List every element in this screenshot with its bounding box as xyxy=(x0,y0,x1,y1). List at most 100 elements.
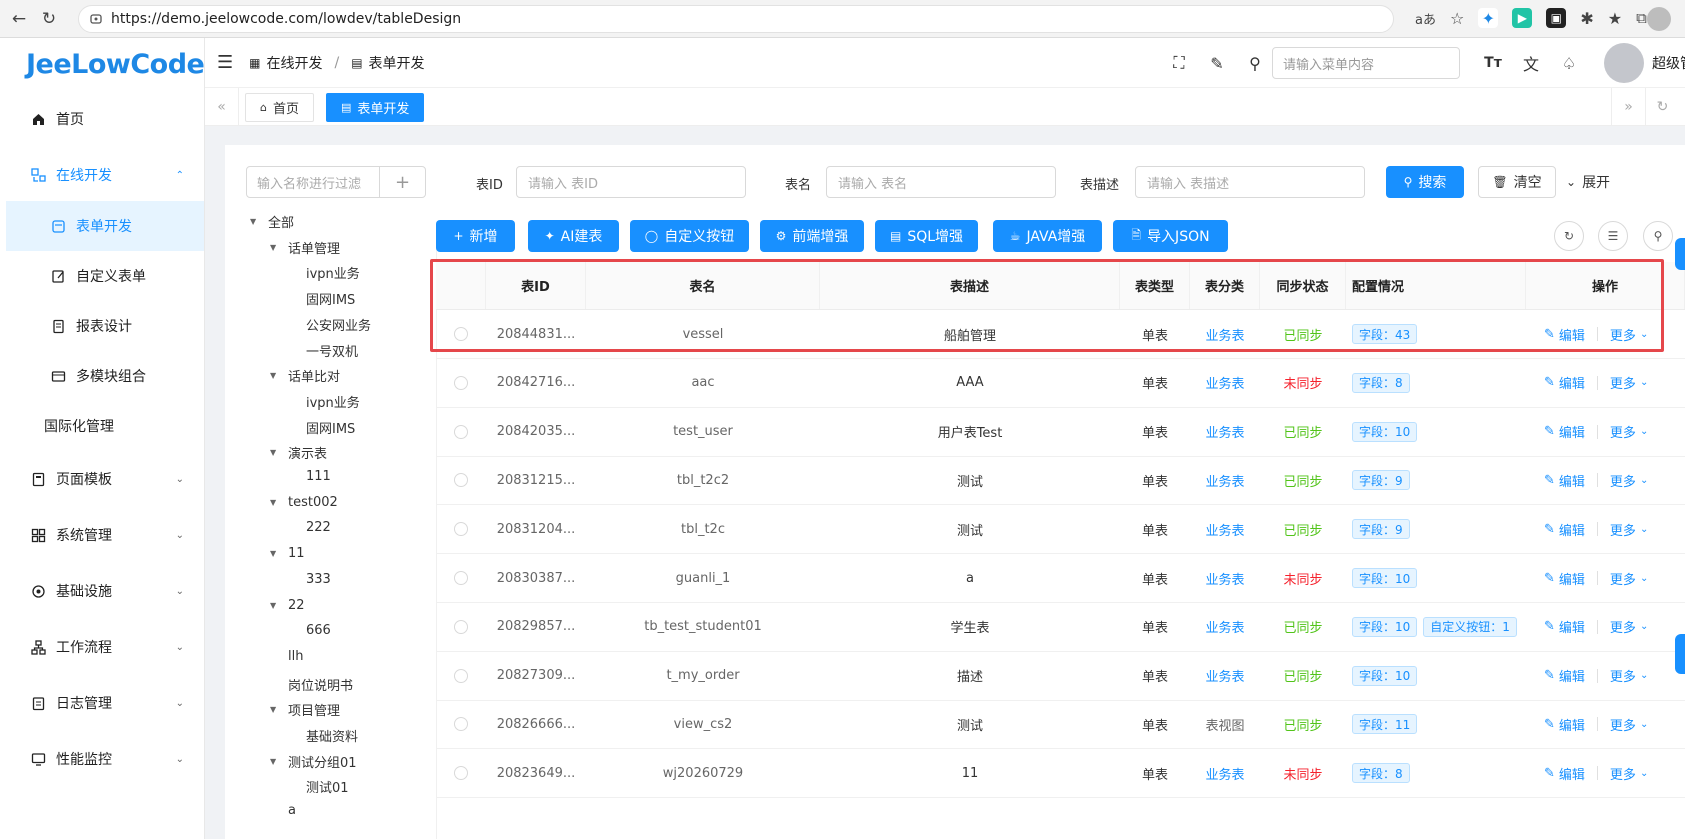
chevron-down-icon[interactable]: ⌄ xyxy=(1640,524,1648,535)
chevron-down-icon[interactable]: ⌄ xyxy=(1640,377,1648,388)
sidebar-item-system[interactable]: 系统管理 ⌄ xyxy=(0,510,204,560)
row-radio[interactable] xyxy=(454,668,468,683)
more-link[interactable]: 更多 xyxy=(1610,325,1636,344)
extensions-puzzle-icon[interactable]: ✱ xyxy=(1580,9,1593,28)
caret-down-icon[interactable]: ▼ xyxy=(270,705,284,714)
row-radio[interactable] xyxy=(454,766,468,781)
ai-create-button[interactable]: ✦ AI建表 xyxy=(528,220,619,252)
sidebar-item-i18n[interactable]: 国际化管理 xyxy=(0,401,204,451)
cell-table-category[interactable]: 业务表 xyxy=(1190,310,1260,358)
caret-down-icon[interactable]: ▼ xyxy=(270,371,284,380)
table-row[interactable]: 20842035... test_user 用户表Test 单表 业务表 已同步 字段：10… xyxy=(436,408,1685,457)
feedback-drawer-handle[interactable] xyxy=(1675,634,1685,674)
tree-node[interactable]: ▼ 22 xyxy=(270,598,305,613)
column-settings-icon[interactable]: ☰ xyxy=(1598,221,1628,251)
table-row[interactable]: 20844831... vessel 船舶管理 单表 业务表 已同步 字段：43 ✎ 编辑 更多 ⌄ xyxy=(436,310,1685,359)
sidebar-item-infrastructure[interactable]: 基础设施 ⌄ xyxy=(0,566,204,616)
reload-icon[interactable]: ↻ xyxy=(38,8,60,30)
edit-icon[interactable]: ✎ xyxy=(1544,327,1555,342)
table-row[interactable]: 20827309... t_my_order 描述 单表 业务表 已同步 字段：10 ✎ 编辑 更… xyxy=(436,652,1685,701)
username[interactable]: 超级管理 xyxy=(1652,53,1685,73)
more-link[interactable]: 更多 xyxy=(1610,764,1636,783)
table-name-input[interactable]: 请输入 表名 xyxy=(826,166,1056,198)
more-link[interactable]: 更多 xyxy=(1610,715,1636,734)
row-radio[interactable] xyxy=(454,571,468,585)
caret-down-icon[interactable]: ▼ xyxy=(270,448,284,457)
tree-node[interactable]: 666 xyxy=(306,623,331,638)
sidebar-item-home[interactable]: 首页 xyxy=(0,94,204,144)
tree-filter-input[interactable]: 输入名称进行过滤 xyxy=(246,166,380,198)
bell-icon[interactable]: ♤ xyxy=(1558,52,1580,74)
edit-icon[interactable]: ✎ xyxy=(1544,424,1555,439)
tabs-scroll-right-icon[interactable]: » xyxy=(1611,88,1645,125)
cell-table-category[interactable]: 业务表 xyxy=(1190,408,1260,456)
fullscreen-icon[interactable]: ⛶ xyxy=(1168,52,1190,74)
extension-bird-icon[interactable]: ✦ xyxy=(1478,8,1499,28)
tree-node[interactable]: 岗位说明书 xyxy=(288,675,353,694)
java-enhance-button[interactable]: ☕ JAVA增强 xyxy=(993,220,1102,252)
header-cell[interactable]: 表ID xyxy=(486,262,586,309)
caret-down-icon[interactable]: ▼ xyxy=(250,217,264,226)
tree-node[interactable]: ▼ 全部 xyxy=(250,212,294,231)
edit-link[interactable]: 编辑 xyxy=(1559,617,1585,636)
favorites-icon[interactable]: ★ xyxy=(1608,9,1622,28)
tree-node[interactable]: ivpn业务 xyxy=(306,392,360,411)
header-cell[interactable]: 表名 xyxy=(586,262,820,309)
cell-table-category[interactable]: 业务表 xyxy=(1190,456,1260,504)
table-desc-input[interactable]: 请输入 表描述 xyxy=(1135,166,1365,198)
header-cell[interactable]: 表类型 xyxy=(1120,262,1190,309)
more-link[interactable]: 更多 xyxy=(1610,666,1636,685)
table-row[interactable]: 20842716... aac AAA 单表 业务表 未同步 字段：8 ✎ 编辑 更多 ⌄ xyxy=(436,359,1685,408)
add-button[interactable]: + 新增 xyxy=(436,220,515,252)
sidebar-item-online-dev[interactable]: 在线开发 ⌃ xyxy=(0,150,204,200)
row-radio[interactable] xyxy=(454,522,468,537)
tree-node[interactable]: ▼ 11 xyxy=(270,546,305,561)
edit-icon[interactable]: ✎ xyxy=(1544,473,1555,488)
edit-link[interactable]: 编辑 xyxy=(1559,471,1585,490)
header-cell[interactable]: 表分类 xyxy=(1190,262,1260,309)
chevron-down-icon[interactable]: ⌄ xyxy=(1640,719,1648,730)
row-radio[interactable] xyxy=(454,619,468,634)
header-cell[interactable]: 同步状态 xyxy=(1260,262,1346,309)
caret-down-icon[interactable]: ▼ xyxy=(270,601,284,610)
cell-table-category[interactable]: 业务表 xyxy=(1190,554,1260,602)
tab-form-dev[interactable]: ▤ 表单开发 xyxy=(326,93,425,122)
tree-node[interactable]: ▼ 话单比对 xyxy=(270,366,340,385)
edit-icon[interactable]: ✎ xyxy=(1544,766,1555,781)
tab-refresh-icon[interactable]: ↻ xyxy=(1645,88,1679,125)
frontend-enhance-button[interactable]: ⚙ 前端增强 xyxy=(760,220,864,252)
chevron-down-icon[interactable]: ⌄ xyxy=(1640,573,1648,584)
avatar[interactable] xyxy=(1604,43,1644,83)
tree-node[interactable]: ▼ test002 xyxy=(270,495,338,510)
sidebar-item-custom-form[interactable]: 自定义表单 xyxy=(0,251,204,301)
extension-green-icon[interactable]: ▶ xyxy=(1512,8,1533,28)
refresh-icon[interactable]: ↻ xyxy=(1554,221,1584,251)
tree-node[interactable]: llh xyxy=(288,649,303,664)
more-link[interactable]: 更多 xyxy=(1610,471,1636,490)
edit-icon[interactable]: ✎ xyxy=(1544,375,1555,390)
search-button[interactable]: ⚲ 搜索 xyxy=(1386,166,1464,198)
row-radio[interactable] xyxy=(454,375,468,390)
back-icon[interactable]: ← xyxy=(8,8,30,30)
header-cell[interactable]: 表描述 xyxy=(820,262,1120,309)
tree-node[interactable]: ▼ 演示表 xyxy=(270,443,327,462)
sidebar-item-form-dev[interactable]: 表单开发 xyxy=(6,201,204,251)
extension-dark-icon[interactable]: ▣ xyxy=(1546,8,1567,28)
tree-node[interactable]: ▼ 测试分组01 xyxy=(270,752,357,771)
cell-table-category[interactable]: 业务表 xyxy=(1190,359,1260,407)
caret-down-icon[interactable]: ▼ xyxy=(270,549,284,558)
sidebar-item-workflow[interactable]: 工作流程 ⌄ xyxy=(0,622,204,672)
app-logo[interactable]: JeeLowCode xyxy=(0,38,205,90)
custom-button-button[interactable]: ◯ 自定义按钮 xyxy=(630,220,749,252)
menu-search-input[interactable]: 请输入菜单内容 xyxy=(1272,47,1460,79)
add-category-button[interactable]: + xyxy=(379,166,426,198)
chevron-down-icon[interactable]: ⌄ xyxy=(1640,670,1648,681)
chevron-down-icon[interactable]: ⌄ xyxy=(1640,426,1648,437)
edit-icon[interactable]: ✎ xyxy=(1544,522,1555,537)
address-bar[interactable]: https://demo.jeelowcode.com/lowdev/table… xyxy=(78,5,1394,33)
tree-node[interactable]: 基础资料 xyxy=(306,726,358,745)
search-icon[interactable]: ⚲ xyxy=(1244,52,1266,74)
header-cell[interactable]: 配置情况 xyxy=(1346,262,1526,309)
tree-node[interactable]: 一号双机 xyxy=(306,341,358,360)
browser-profile-icon[interactable] xyxy=(1647,7,1671,31)
